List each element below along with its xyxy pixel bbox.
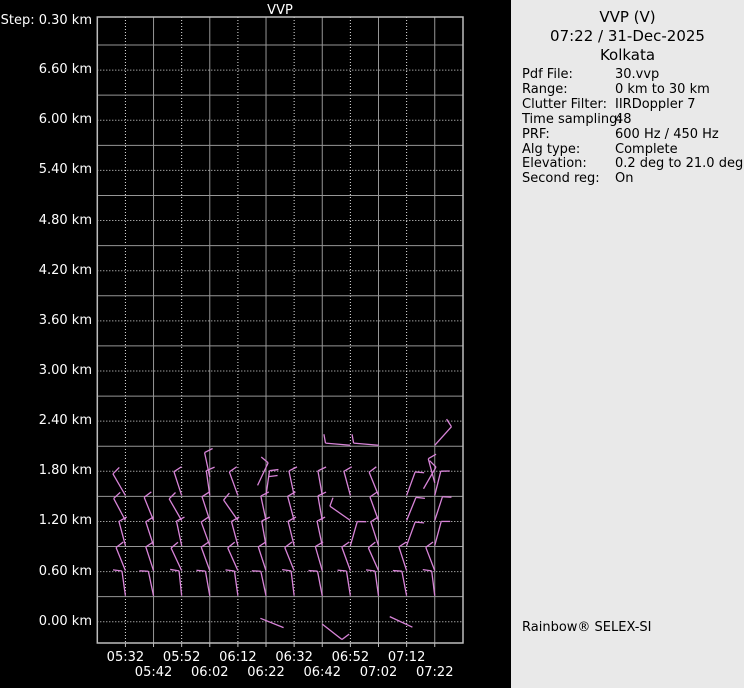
- metadata-row: PRF: 600 Hz / 450 Hz: [522, 126, 742, 143]
- wind-barb: [434, 496, 452, 521]
- y-axis-label: 3.60 km: [38, 312, 92, 328]
- wind-barb: [329, 497, 351, 522]
- wind-barb: [351, 434, 379, 446]
- wind-barb: [422, 569, 436, 596]
- plot-border: [96, 16, 464, 644]
- wind-barb: [251, 570, 267, 596]
- y-axis-label: 3.00 km: [38, 363, 92, 378]
- metadata-row: Clutter Filter: IIRDoppler 7: [522, 96, 742, 113]
- y-axis-label: 2.40 km: [38, 413, 92, 429]
- x-axis-label: 07:12: [387, 650, 426, 665]
- wind-barb: [225, 569, 239, 596]
- info-panel: VVP (V) 07:22 / 31-Dec-2025 Kolkata Pdf …: [511, 0, 744, 688]
- wind-barb: [337, 569, 352, 596]
- wind-barb: [228, 466, 239, 496]
- wind-barb: [173, 466, 183, 496]
- field-value: 30.vvp: [615, 67, 660, 82]
- step-label: Step: 0.30 km: [0, 13, 92, 28]
- field-value: IIRDoppler 7: [615, 96, 696, 112]
- panel-header: VVP (V) 07:22 / 31-Dec-2025 Kolkata: [511, 0, 744, 65]
- wind-barb: [434, 520, 451, 546]
- y-axis-label: 6.60 km: [38, 62, 92, 78]
- wind-barb: [175, 516, 185, 546]
- wind-barb: [321, 623, 350, 641]
- wind-barb: [434, 418, 453, 446]
- y-axis-label: 1.80 km: [38, 463, 92, 479]
- field-label: Second reg:: [522, 171, 600, 187]
- wind-barb: [282, 569, 295, 596]
- field-value: 0.2 deg to 21.0 deg: [615, 156, 744, 172]
- wind-barb: [406, 521, 425, 546]
- metadata-row: Second reg: On: [522, 171, 742, 187]
- wind-barb: [389, 616, 413, 628]
- x-axis-label: 06:12: [219, 650, 257, 665]
- wind-barb: [112, 569, 127, 596]
- x-axis-label: 05:42: [134, 665, 173, 680]
- field-label: PRF:: [522, 126, 550, 142]
- y-axis-label: 0.00 km: [38, 613, 92, 629]
- y-axis-label: 6.00 km: [38, 112, 92, 128]
- x-axis-label: 05:52: [162, 650, 201, 665]
- y-axis-label: 0.60 km: [38, 563, 92, 579]
- wind-barb: [366, 569, 380, 596]
- wind-barb: [145, 516, 155, 546]
- wind-barb: [196, 569, 211, 596]
- wind-barb: [203, 447, 213, 478]
- field-label: Pdf File:: [522, 67, 573, 82]
- field-label: Time sampling:: [522, 111, 622, 127]
- wind-barb: [406, 471, 425, 496]
- wind-barb: [223, 492, 239, 521]
- wind-barb: [205, 466, 215, 496]
- x-axis-label: 06:32: [275, 650, 313, 665]
- vvp-window: VVP Step: 0.30 km 6.60 km 6.00 km 5.40 km 4…: [0, 0, 744, 688]
- panel-title: VVP (V): [599, 8, 656, 26]
- field-value: Complete: [615, 141, 678, 157]
- x-axis-label: 06:52: [331, 650, 370, 665]
- wind-barb: [170, 568, 183, 596]
- metadata-row: Range: 0 km to 30 km: [522, 81, 742, 98]
- x-axis-label: 05:32: [106, 650, 145, 665]
- x-axis-label: 07:22: [416, 665, 454, 680]
- field-value: 0 km to 30 km: [615, 81, 710, 97]
- panel-site: Kolkata: [599, 46, 656, 64]
- wind-barb: [260, 617, 284, 629]
- chart-title: VVP: [267, 3, 293, 18]
- metadata-row: Pdf File: 30.vvp: [522, 67, 742, 83]
- wind-barb: [139, 570, 155, 596]
- field-value: 48: [615, 111, 632, 127]
- x-axis-label: 06:42: [303, 665, 341, 680]
- brand-footer: Rainbow® SELEX-SI: [522, 620, 652, 635]
- field-label: Range:: [522, 81, 568, 97]
- y-axis-label: 1.20 km: [38, 513, 92, 529]
- wind-barb: [265, 468, 279, 496]
- metadata-fields: Pdf File: 30.vvp Range: 0 km to 30 km Clutte…: [522, 67, 744, 187]
- metadata-row: Time sampling: 48: [522, 111, 742, 128]
- wind-barb: [323, 434, 351, 446]
- x-axis-label: 06:22: [247, 665, 285, 680]
- wind-barb: [316, 516, 326, 546]
- panel-datetime: 07:22 / 31-Dec-2025: [550, 27, 705, 45]
- y-axis-label: 4.20 km: [38, 262, 92, 278]
- field-label: Elevation:: [522, 156, 587, 172]
- wind-barb: [406, 496, 425, 521]
- wind-barb: [287, 516, 297, 546]
- y-axis-label: 5.40 km: [38, 162, 92, 178]
- wind-barb: [434, 470, 450, 496]
- field-label: Clutter Filter:: [522, 96, 607, 112]
- metadata-row: Alg type: Complete: [522, 141, 742, 158]
- field-value: 600 Hz / 450 Hz: [615, 126, 719, 142]
- field-value: On: [615, 171, 634, 187]
- wind-barb: [370, 516, 380, 546]
- x-axis-label: 06:02: [191, 665, 229, 680]
- wind-barb: [392, 569, 408, 596]
- metadata-row: Elevation: 0.2 deg to 21.0 deg: [522, 156, 744, 172]
- chart-canvas: [96, 16, 464, 647]
- wind-barb: [349, 520, 367, 546]
- wind-profile-chart: VVP Step: 0.30 km 6.60 km 6.00 km 5.40 km 4…: [0, 0, 511, 688]
- wind-barb: [308, 569, 323, 596]
- y-axis-label: 4.80 km: [38, 212, 92, 228]
- field-label: Alg type:: [522, 141, 581, 157]
- x-axis-label: 07:02: [359, 665, 398, 680]
